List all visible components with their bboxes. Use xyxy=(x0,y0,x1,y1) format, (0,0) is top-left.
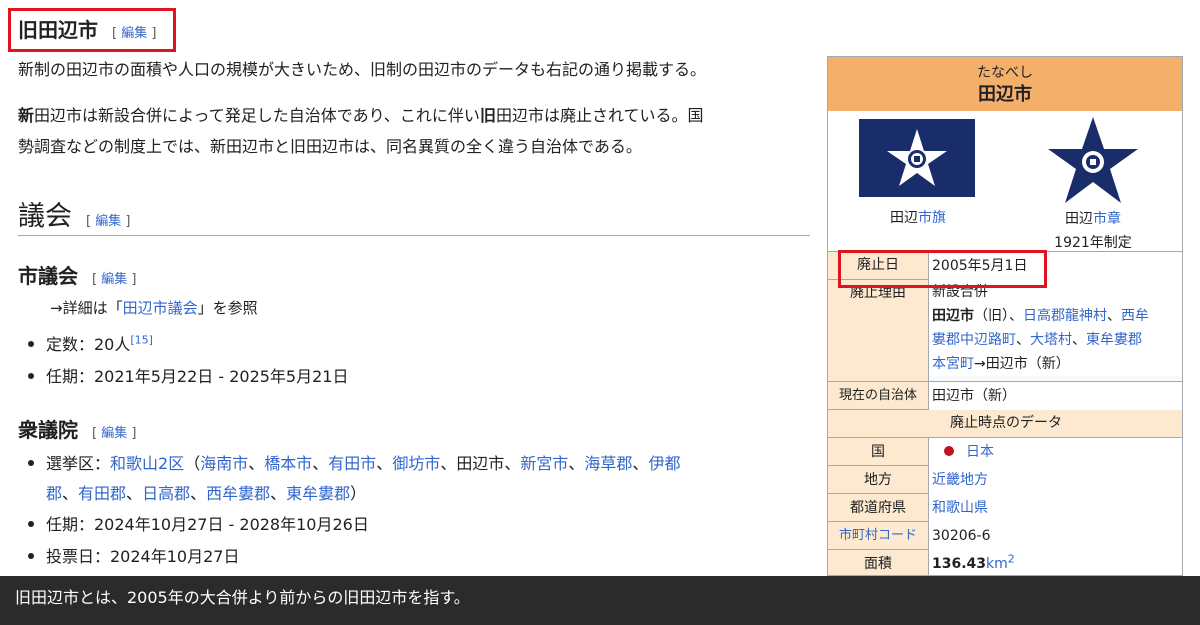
link-city-council[interactable]: 田辺市議会 xyxy=(123,299,198,317)
row-code: 市町村コード 30206-6 xyxy=(828,522,1182,550)
detail-note: →詳細は「田辺市議会」を参照 xyxy=(50,299,258,317)
row-prefecture: 都道府県 和歌山県 xyxy=(828,494,1182,522)
edit-link-city-council[interactable]: [ 編集 ] xyxy=(92,272,136,287)
section-title-old-tanabe: 旧田辺市[ 編集 ] xyxy=(18,18,157,42)
link-city-emblem[interactable]: 市章 xyxy=(1093,211,1121,227)
list-item-house-term: 任期：2024年10月27日 - 2028年10月26日 xyxy=(28,510,369,540)
list-item-seats: 定数：20人[15] xyxy=(28,330,153,360)
caption-bar: 旧田辺市とは、2005年の大合併より前からの旧田辺市を指す。 xyxy=(0,576,1200,625)
row-area: 面積 136.43km2 xyxy=(828,550,1182,575)
paragraph-1: 新制の田辺市の面積や人口の規模が大きいため、旧制の田辺市のデータも右記の通り掲載… xyxy=(18,60,707,79)
reference-15[interactable]: [15] xyxy=(130,334,153,347)
subsection-title-city-council: 市議会[ 編集 ] xyxy=(18,264,137,288)
edit-link-section1[interactable]: [ 編集 ] xyxy=(112,26,156,41)
flag-caption: 田辺市旗 xyxy=(890,210,946,226)
band-data-at-abolition: 廃止時点のデータ xyxy=(828,410,1182,438)
emblem-caption: 田辺市章 1921年制定 xyxy=(1054,211,1132,251)
infobox: たなべし 田辺市 田辺市旗 田辺市章 1921年制定 廃止日 2005年5月1日… xyxy=(827,56,1183,576)
highlight-box-abolish-date xyxy=(838,250,1047,288)
list-item-district: 選挙区：和歌山2区（海南市、橋本市、有田市、御坊市、田辺市、新宮市、海草郡、伊都… xyxy=(28,449,788,509)
link-wakayama-2[interactable]: 和歌山2区 xyxy=(110,454,184,473)
link-city-flag[interactable]: 市旗 xyxy=(918,210,946,226)
row-country: 国 日本 xyxy=(828,438,1182,466)
infobox-header: たなべし 田辺市 xyxy=(828,57,1182,111)
japan-flag-icon xyxy=(944,446,954,456)
row-abolish-reason: 廃止理由 新設合併 田辺市（旧）、日高郡龍神村、西牟 婁郡中辺路町、大塔村、東牟… xyxy=(828,280,1182,382)
infobox-kana: たなべし xyxy=(977,65,1033,81)
section-divider xyxy=(18,235,810,236)
section-title-council: 議会[ 編集 ] xyxy=(18,201,131,232)
edit-link-house[interactable]: [ 編集 ] xyxy=(92,426,136,441)
paragraph-2: 新田辺市は新設合併によって発足した自治体であり、これに伴い旧田辺市は廃止されてい… xyxy=(18,106,704,156)
list-item-term: 任期：2021年5月22日 - 2025年5月21日 xyxy=(28,362,348,392)
list-item-vote-date: 投票日：2024年10月27日 xyxy=(28,542,239,572)
subsection-title-house: 衆議院[ 編集 ] xyxy=(18,418,137,442)
edit-link-council[interactable]: [ 編集 ] xyxy=(86,214,130,229)
row-region: 地方 近畿地方 xyxy=(828,466,1182,494)
row-current: 現在の自治体 田辺市（新） xyxy=(828,382,1182,410)
city-flag-image[interactable] xyxy=(859,119,975,197)
city-emblem-image[interactable] xyxy=(1048,115,1138,205)
infobox-images: 田辺市旗 田辺市章 1921年制定 xyxy=(828,111,1182,252)
infobox-name: 田辺市 xyxy=(978,84,1032,105)
